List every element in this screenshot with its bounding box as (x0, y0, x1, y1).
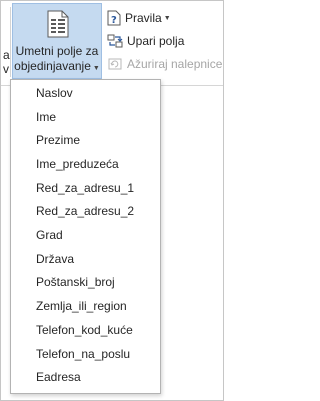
insert-merge-field-label-2: objedinjavanje ▼ (14, 59, 100, 73)
insert-merge-field-label: Umetni polje za (15, 44, 99, 58)
cut-off-label: a (3, 48, 10, 62)
menu-item-naslov[interactable]: Naslov (36, 82, 73, 104)
match-fields-icon (107, 34, 123, 48)
menu-item-ime-preduzeca[interactable]: Ime_preduzeća (36, 153, 119, 175)
menu-item-red-za-adresu-1[interactable]: Red_za_adresu_1 (36, 177, 134, 199)
menu-item-telefon-kod-kuce[interactable]: Telefon_kod_kuće (36, 319, 133, 341)
chevron-down-icon: ▼ (92, 65, 100, 72)
rules-icon: ? (107, 10, 121, 26)
menu-item-telefon-na-poslu[interactable]: Telefon_na_poslu (36, 343, 130, 365)
chevron-down-icon: ▼ (163, 14, 171, 22)
menu-item-eadresa[interactable]: Eadresa (36, 366, 81, 388)
ribbon-divider (10, 7, 11, 77)
menu-item-ime[interactable]: Ime (36, 106, 56, 128)
rules-button[interactable]: ? Pravila ▼ (107, 8, 171, 28)
insert-merge-field-icon (47, 10, 69, 38)
menu-item-grad[interactable]: Grad (36, 224, 63, 246)
merge-field-dropdown-menu: Naslov Ime Prezime Ime_preduzeća Red_za_… (10, 79, 161, 394)
menu-item-drzava[interactable]: Država (36, 248, 74, 270)
menu-item-postanski-broj[interactable]: Poštanski_broj (36, 271, 115, 293)
cut-off-label: v (3, 62, 9, 76)
insert-merge-field-button[interactable]: Umetni polje za objedinjavanje ▼ (12, 3, 102, 79)
update-labels-icon (108, 58, 122, 70)
menu-item-prezime[interactable]: Prezime (36, 129, 80, 151)
ribbon-group: a v Umetni polje za objedinjavanje ▼ ? P… (1, 1, 223, 86)
rules-label: Pravila (125, 11, 162, 25)
menu-item-zemlja-ili-region[interactable]: Zemlja_ili_region (36, 295, 127, 317)
match-fields-button[interactable]: Upari polja (107, 31, 184, 51)
update-labels-button[interactable]: Ažuriraj nalepnice (107, 54, 222, 74)
svg-text:?: ? (111, 15, 117, 26)
match-fields-label: Upari polja (127, 34, 185, 48)
update-labels-label: Ažuriraj nalepnice (127, 57, 223, 71)
menu-item-red-za-adresu-2[interactable]: Red_za_adresu_2 (36, 200, 134, 222)
window-frame: a v Umetni polje za objedinjavanje ▼ ? P… (0, 0, 224, 401)
